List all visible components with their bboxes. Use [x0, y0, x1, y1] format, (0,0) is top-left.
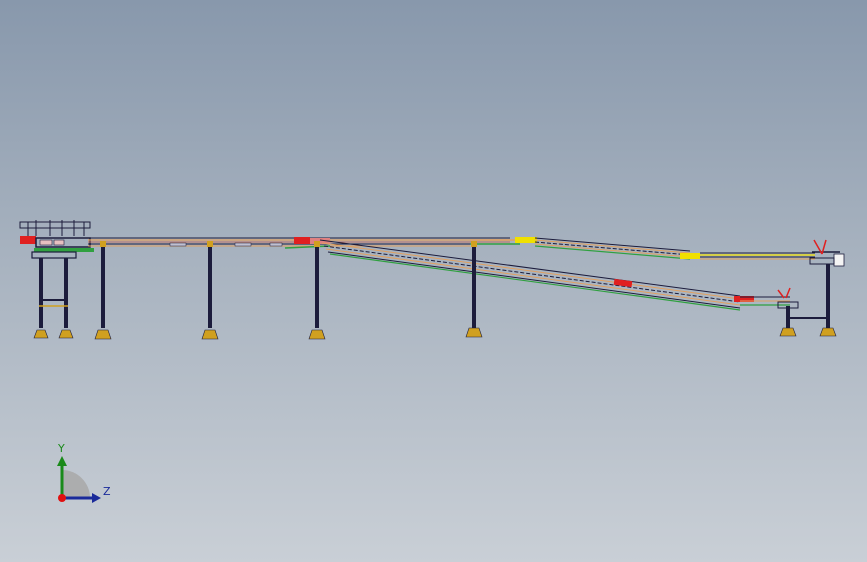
triad-wedge-shape — [62, 470, 90, 498]
left-machine-frame[interactable] — [19, 220, 94, 339]
triad-graphic — [57, 456, 101, 503]
lower-incline-conveyor[interactable] — [319, 239, 790, 311]
conveyor-model[interactable] — [0, 0, 867, 562]
orientation-triad: Y Z — [40, 440, 120, 510]
cad-viewport[interactable]: Y Z — [0, 0, 867, 562]
z-axis-arrowhead — [92, 493, 101, 503]
triad-y-label: Y — [58, 442, 65, 455]
triad-z-label: Z — [103, 485, 111, 498]
upper-incline-conveyor[interactable] — [470, 237, 815, 260]
main-horizontal-conveyor[interactable] — [88, 237, 510, 249]
triad-origin-dot — [58, 494, 66, 502]
y-axis-arrowhead — [57, 456, 67, 466]
support-legs[interactable] — [94, 241, 483, 340]
